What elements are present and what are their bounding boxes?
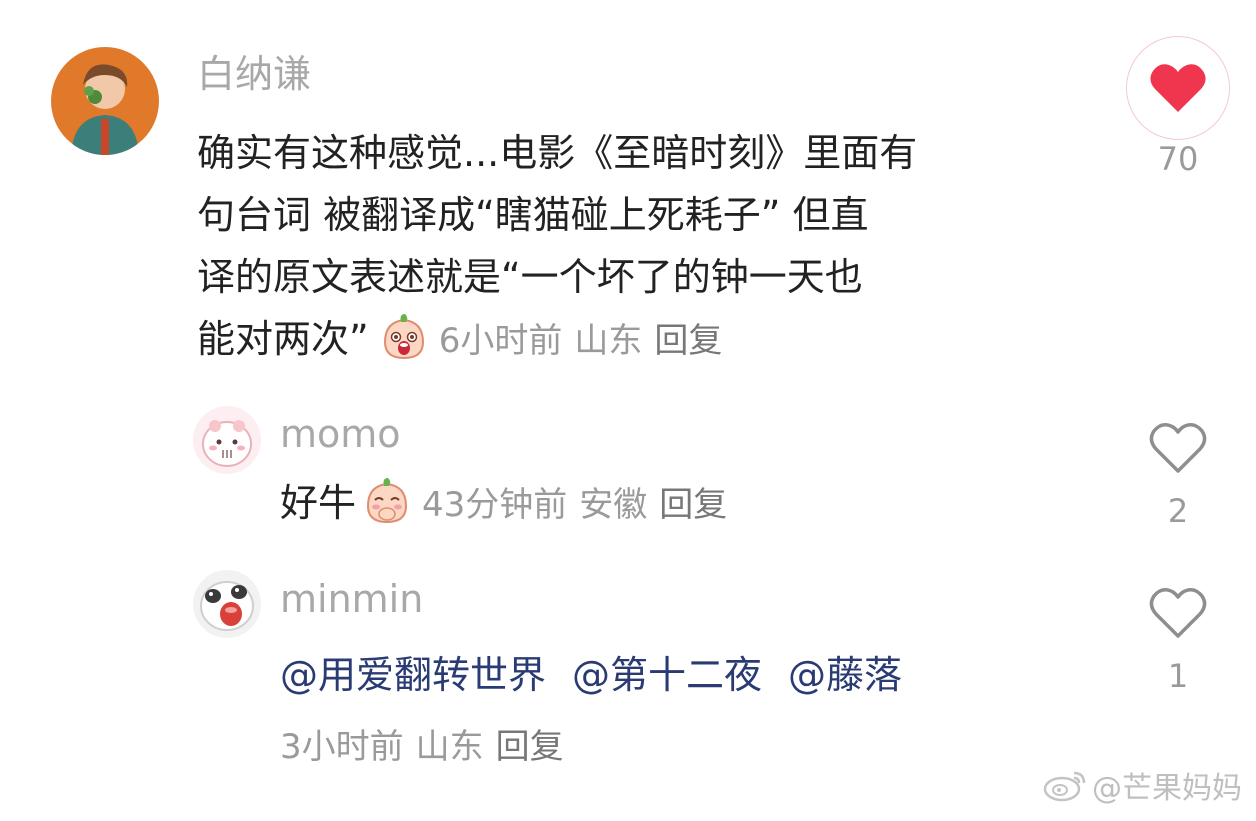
shy-peach-emoji <box>362 476 412 526</box>
reply-meta-momo: 43分钟前 安徽 回复 <box>422 485 739 525</box>
reply-meta-row-minmin: 3小时前 山东 回复 <box>270 714 870 778</box>
laughing-peach-emoji <box>379 312 429 362</box>
watermark-text: @芒果妈妈 <box>1092 771 1242 806</box>
avatar-main-commenter[interactable] <box>51 47 159 155</box>
main-comment-reply-button[interactable]: 回复 <box>654 321 722 361</box>
main-comment-line-1: 确实有这种感觉...电影《至暗时刻》里面有 <box>197 131 918 175</box>
weibo-icon <box>1043 771 1086 802</box>
main-comment-line-2: 句台词 被翻译成“瞎猫碰上死耗子” 但直 <box>197 193 869 237</box>
avatar-minmin[interactable] <box>193 570 261 638</box>
reply-username-momo[interactable]: momo <box>280 415 401 453</box>
main-comment-line-4: 能对两次” 6小时前 山东 回复 <box>197 308 1097 372</box>
reply-location-minmin: 山东 <box>415 727 484 767</box>
reply-like-button-momo[interactable] <box>1143 418 1213 478</box>
main-comment-line-4-text: 能对两次” <box>197 317 369 361</box>
main-comment-like-column: 70 <box>1126 36 1230 178</box>
avatar-momo[interactable] <box>193 406 261 474</box>
main-comment-location: 山东 <box>574 321 643 361</box>
reply-location-momo: 安徽 <box>579 485 648 525</box>
main-comment-line-3: 译的原文表述就是“一个坏了的钟一天也 <box>197 255 863 299</box>
heart-outline-icon <box>1149 423 1207 473</box>
reply-button-minmin[interactable]: 回复 <box>496 727 564 767</box>
reply-username-minmin[interactable]: minmin <box>280 580 423 618</box>
reply-like-column-minmin: 1 <box>1143 583 1213 695</box>
reply-time-momo: 43分钟前 <box>422 485 568 525</box>
heart-outline-icon <box>1149 588 1207 638</box>
reply-meta-minmin: 3小时前 山东 回复 <box>280 727 576 767</box>
main-commenter-username[interactable]: 白纳谦 <box>197 55 311 93</box>
main-comment-text: 确实有这种感觉...电影《至暗时刻》里面有 句台词 被翻译成“瞎猫碰上死耗子” … <box>197 122 1097 372</box>
mention-link[interactable]: @藤落 <box>788 653 902 697</box>
watermark: @芒果妈妈 <box>1042 763 1242 807</box>
reply-like-button-minmin[interactable] <box>1143 583 1213 643</box>
main-comment-time: 6小时前 <box>438 321 563 361</box>
reply-time-minmin: 3小时前 <box>280 727 404 767</box>
heart-filled-icon <box>1150 64 1206 112</box>
reply-text-momo: 好牛 43分钟前 安徽 回复 <box>280 472 1080 536</box>
reply-like-count-momo: 2 <box>1167 492 1189 530</box>
reply-like-column-momo: 2 <box>1143 418 1213 530</box>
reply-button-momo[interactable]: 回复 <box>659 485 727 525</box>
mention-link[interactable]: @用爱翻转世界 <box>280 653 546 697</box>
reply-body-momo: 好牛 <box>280 481 357 525</box>
reply-like-count-minmin: 1 <box>1167 657 1189 695</box>
main-comment-like-count: 70 <box>1157 140 1199 178</box>
mention-link[interactable]: @第十二夜 <box>572 653 762 697</box>
reply-mentions-minmin: @用爱翻转世界 @第十二夜 @藤落 <box>280 644 1100 706</box>
main-comment-like-button[interactable] <box>1126 36 1230 140</box>
main-comment-meta: 6小时前 山东 回复 <box>439 321 735 361</box>
